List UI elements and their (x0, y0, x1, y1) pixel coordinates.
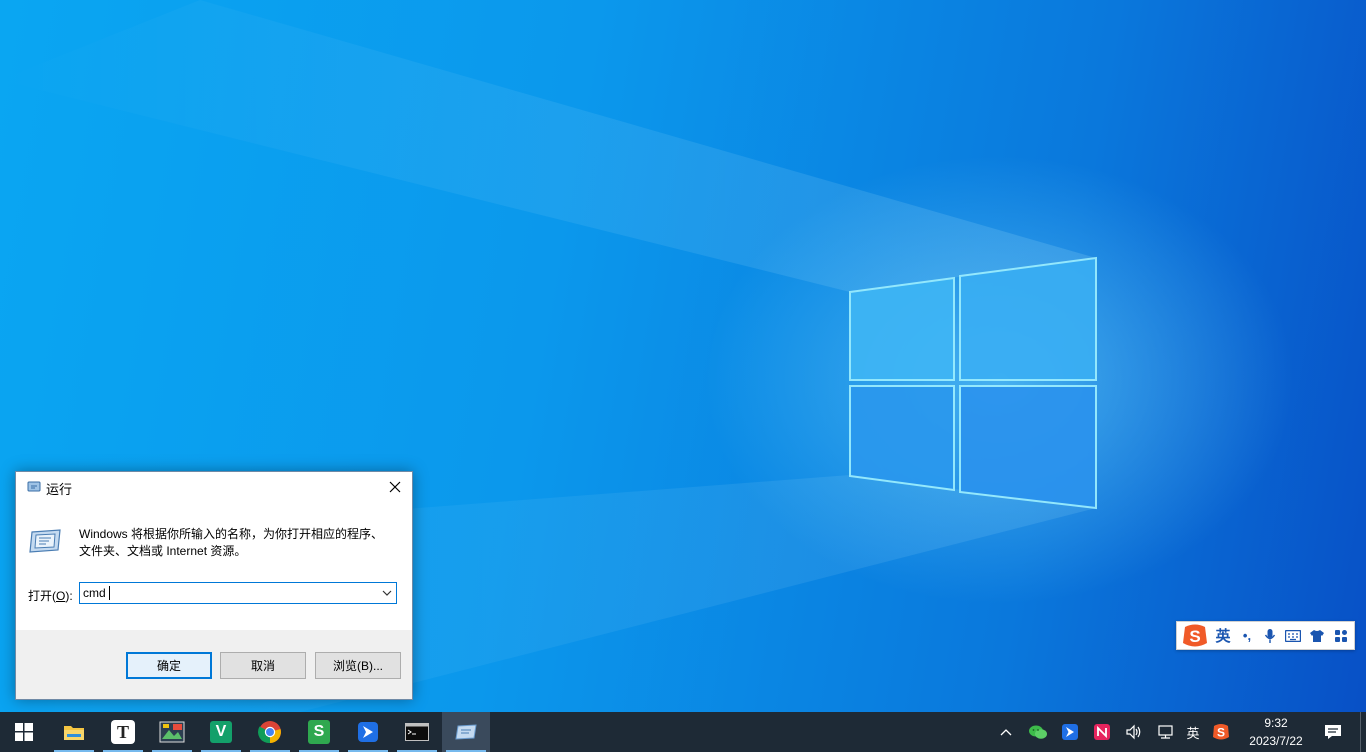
chrome-icon (258, 721, 281, 744)
ime-language-toggle[interactable]: 英 (1213, 622, 1233, 649)
run-icon (455, 724, 477, 740)
taskbar-wps-sheet[interactable]: S (295, 712, 343, 752)
feishu-icon (1062, 724, 1078, 740)
tray-network[interactable] (1153, 712, 1179, 752)
wechat-icon (1029, 725, 1047, 739)
action-center-button[interactable] (1318, 712, 1348, 752)
browse-button[interactable]: 浏览(B)... (315, 652, 401, 679)
ime-punctuation-toggle[interactable]: •, (1237, 622, 1257, 649)
pink-app-icon (1094, 724, 1110, 740)
open-input[interactable] (83, 585, 373, 601)
close-button[interactable] (378, 472, 412, 502)
sogou-logo-icon: S (1213, 724, 1229, 740)
tray-volume[interactable] (1121, 712, 1147, 752)
start-button[interactable] (0, 712, 48, 752)
run-icon (27, 481, 41, 492)
chevron-down-icon[interactable] (382, 588, 392, 598)
close-icon (389, 481, 401, 493)
microphone-icon[interactable] (1261, 622, 1279, 649)
taskbar-typora[interactable]: T (99, 712, 147, 752)
shirt-icon[interactable] (1307, 622, 1327, 649)
description-line-1: Windows 将根据你所输入的名称，为你打开相应的程序、 (79, 527, 384, 541)
s-letter-icon: S (308, 720, 330, 744)
run-program-icon (29, 529, 61, 553)
taskbar-photo-app[interactable] (148, 712, 196, 752)
tray-feishu[interactable] (1057, 712, 1083, 752)
taskbar-file-explorer[interactable] (50, 712, 98, 752)
dialog-title: 运行 (46, 482, 73, 497)
toolbox-icon[interactable] (1331, 622, 1351, 649)
taskbar: T V S 英 S 9:32 2023/7/22 (0, 712, 1366, 752)
open-combobox[interactable] (79, 582, 397, 604)
svg-text:S: S (1217, 726, 1225, 740)
description-line-2: 文件夹、文档或 Internet 资源。 (79, 544, 247, 558)
volume-icon (1126, 724, 1141, 740)
taskbar-run[interactable] (442, 712, 490, 752)
text-caret (109, 586, 110, 600)
taskbar-terminal[interactable] (393, 712, 441, 752)
network-icon (1158, 725, 1173, 739)
ime-toolbar: S 英 •, (1176, 621, 1355, 650)
dialog-description: Windows 将根据你所输入的名称，为你打开相应的程序、 文件夹、文档或 In… (79, 526, 399, 560)
tray-app-red[interactable] (1089, 712, 1115, 752)
windows-logo-icon (15, 723, 33, 741)
taskbar-chrome[interactable] (246, 712, 294, 752)
photo-icon (159, 721, 185, 743)
show-desktop-button[interactable] (1360, 712, 1366, 752)
tray-sogou[interactable]: S (1208, 712, 1234, 752)
taskbar-feishu[interactable] (344, 712, 392, 752)
feishu-icon (358, 722, 378, 742)
ok-button[interactable]: 确定 (126, 652, 212, 679)
taskbar-vim[interactable]: V (197, 712, 245, 752)
keyboard-icon[interactable] (1283, 622, 1303, 649)
dialog-title-bar[interactable]: 运行 (16, 472, 412, 502)
v-letter-icon: V (210, 721, 232, 743)
clock-date: 2023/7/22 (1249, 734, 1303, 748)
t-letter-icon: T (111, 720, 135, 744)
clock-time: 9:32 (1264, 716, 1288, 730)
tray-overflow-button[interactable] (996, 712, 1016, 752)
chevron-up-icon (1000, 729, 1012, 736)
open-label: 打开(O): (28, 589, 73, 603)
tray-wechat[interactable] (1025, 712, 1051, 752)
dialog-body: Windows 将根据你所输入的名称，为你打开相应的程序、 文件夹、文档或 In… (16, 502, 412, 630)
run-dialog: 运行 Windows 将根据你所输入的名称，为你打开相应的程序、 文件夹、文档或… (15, 471, 413, 700)
terminal-icon (405, 723, 429, 741)
tray-input-language[interactable]: 英 (1182, 712, 1204, 752)
svg-text:S: S (1189, 627, 1200, 646)
taskbar-clock[interactable]: 9:32 2023/7/22 (1240, 714, 1312, 750)
sogou-logo-icon[interactable]: S (1179, 622, 1211, 649)
cancel-button[interactable]: 取消 (220, 652, 306, 679)
folder-icon (64, 726, 84, 740)
notification-icon (1325, 725, 1341, 739)
